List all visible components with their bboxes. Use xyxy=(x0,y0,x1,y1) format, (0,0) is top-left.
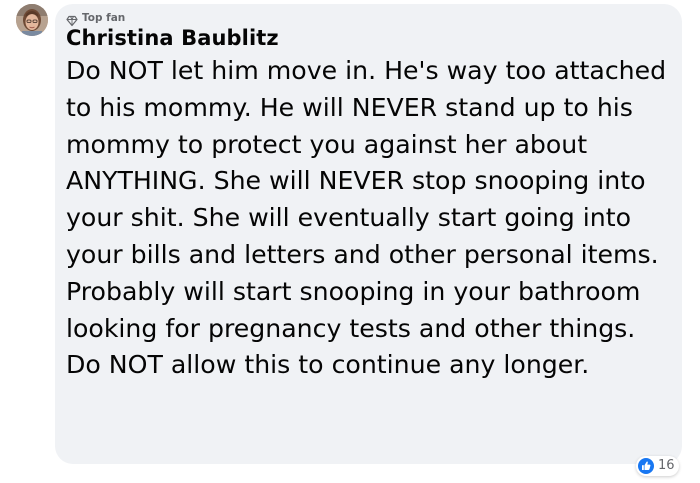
reaction-count: 16 xyxy=(658,458,675,473)
diamond-icon xyxy=(66,12,78,27)
comment-bubble: Top fan Christina Baublitz Do NOT let hi… xyxy=(55,4,682,464)
top-fan-badge[interactable]: Top fan xyxy=(66,12,126,27)
top-fan-label: Top fan xyxy=(82,12,126,24)
avatar-image xyxy=(16,4,48,36)
like-icon xyxy=(638,458,654,474)
reaction-summary[interactable]: 16 xyxy=(636,456,679,476)
comment-text: Do NOT let him move in. He's way too att… xyxy=(66,56,667,380)
comment: Top fan Christina Baublitz Do NOT let hi… xyxy=(0,0,700,483)
author-name[interactable]: Christina Baublitz xyxy=(66,24,279,52)
avatar[interactable] xyxy=(16,4,48,36)
